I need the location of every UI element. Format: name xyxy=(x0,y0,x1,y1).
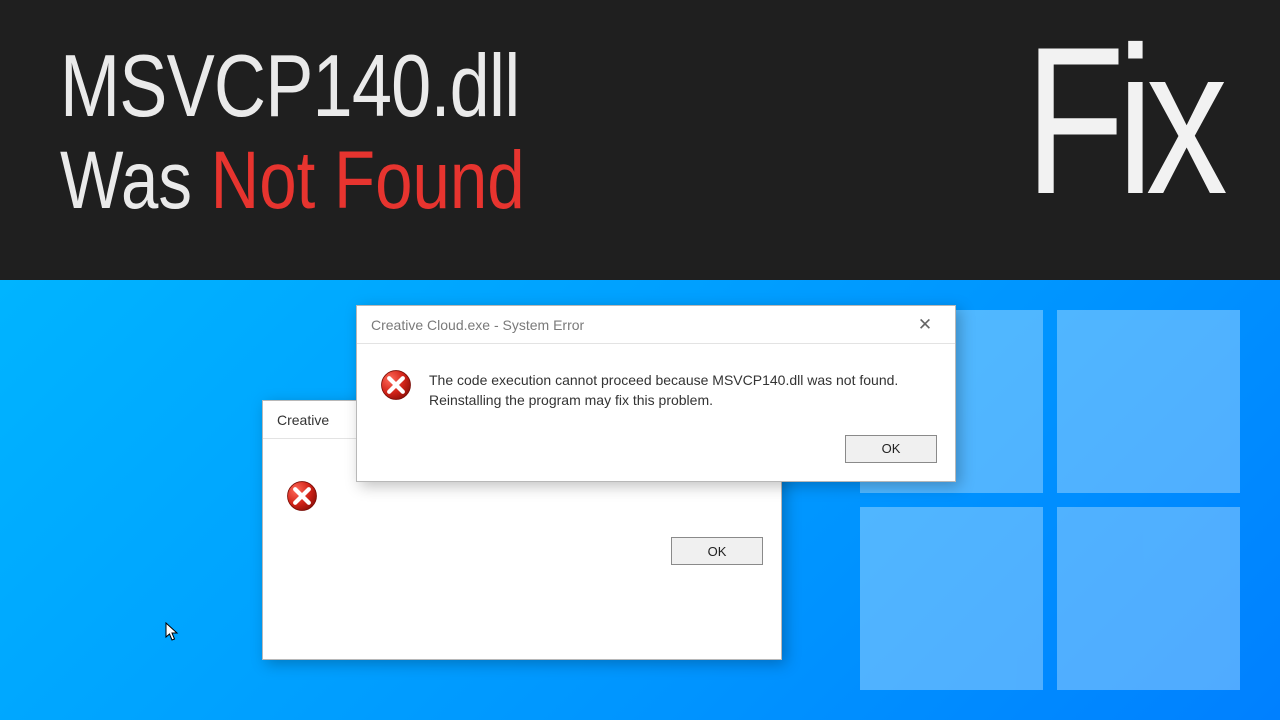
error-icon xyxy=(379,368,413,402)
banner-sub-red: Not Found xyxy=(211,135,525,226)
dialog-message-front: The code execution cannot proceed becaus… xyxy=(429,368,933,411)
close-icon[interactable]: ✕ xyxy=(905,315,945,335)
mouse-cursor-icon xyxy=(165,622,179,642)
dialog-buttons-back: OK xyxy=(263,531,781,583)
banner: MSVCP140.dll Was Not Found Fix xyxy=(0,0,1280,280)
banner-fix: Fix xyxy=(1025,32,1220,211)
ok-button-front[interactable]: OK xyxy=(845,435,937,463)
error-icon xyxy=(285,479,319,513)
banner-subtitle: Was Not Found xyxy=(60,136,525,226)
banner-sub-plain: Was xyxy=(60,135,211,226)
ok-button-back[interactable]: OK xyxy=(671,537,763,565)
dialog-buttons-front: OK xyxy=(357,429,955,481)
banner-title: MSVCP140.dll xyxy=(60,42,525,130)
dialog-body-front: The code execution cannot proceed becaus… xyxy=(357,344,955,429)
dialog-title-front: Creative Cloud.exe - System Error xyxy=(371,317,905,333)
dialog-titlebar-front: Creative Cloud.exe - System Error ✕ xyxy=(357,306,955,344)
error-dialog-front: Creative Cloud.exe - System Error ✕ The … xyxy=(356,305,956,482)
banner-text: MSVCP140.dll Was Not Found xyxy=(60,42,627,226)
